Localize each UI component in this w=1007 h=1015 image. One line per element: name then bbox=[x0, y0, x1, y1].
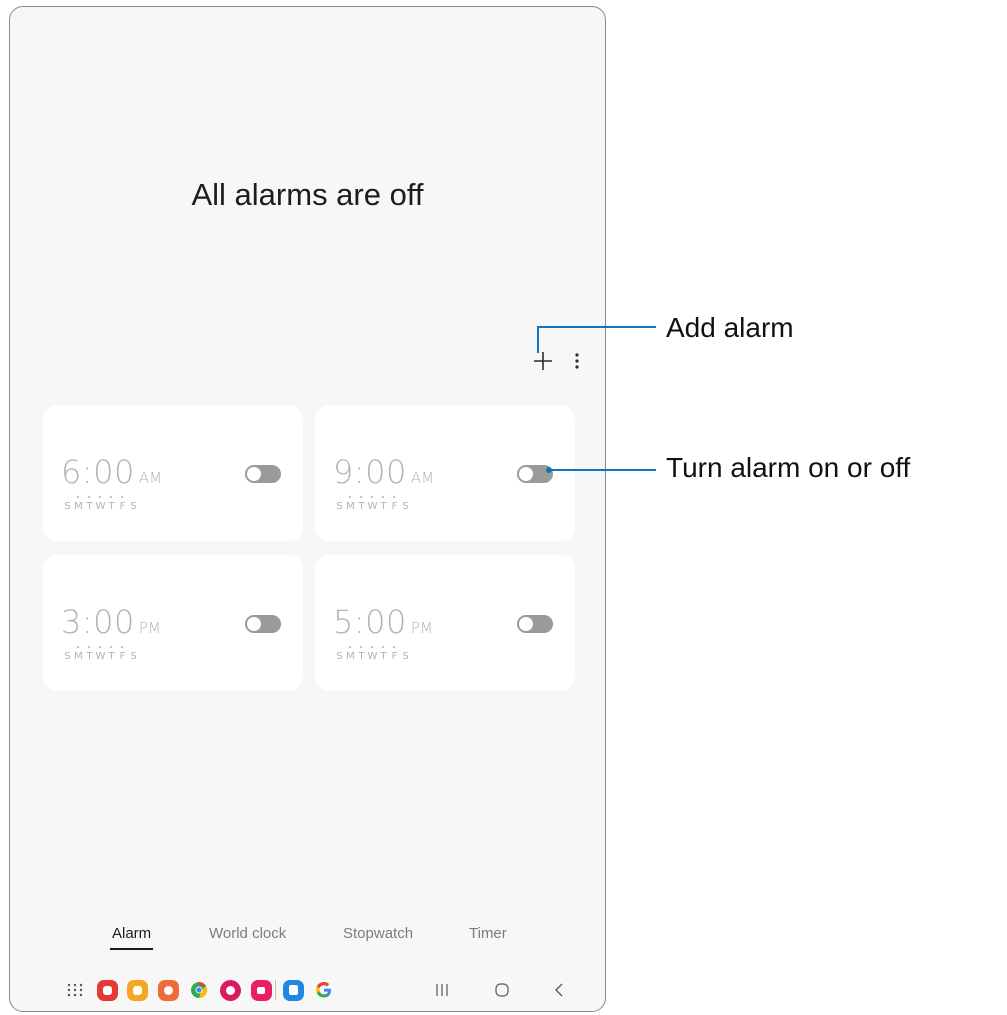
flipboard-icon[interactable] bbox=[96, 979, 118, 1001]
back-icon[interactable] bbox=[548, 979, 570, 1001]
alarm-days: SMTWTFS bbox=[62, 496, 139, 512]
alarm-ampm: PM bbox=[138, 619, 161, 637]
tab-alarm[interactable]: Alarm bbox=[109, 925, 154, 950]
home-icon[interactable] bbox=[491, 979, 513, 1001]
day-label: S bbox=[336, 501, 343, 512]
toggle-knob bbox=[519, 467, 533, 481]
alarm-time: 6:00 AM bbox=[61, 453, 162, 491]
alarm-card[interactable]: 5:00 PM SMTWTFS bbox=[315, 555, 575, 691]
toggle-knob bbox=[247, 467, 261, 481]
day-label: T bbox=[84, 496, 95, 512]
day-label: W bbox=[367, 496, 378, 512]
alarm-toggle[interactable] bbox=[517, 615, 553, 633]
day-label: F bbox=[389, 496, 400, 512]
contacts-icon[interactable] bbox=[157, 979, 179, 1001]
alarm-hour: 6:00 bbox=[61, 453, 135, 491]
plus-icon bbox=[534, 352, 552, 370]
day-label: M bbox=[346, 496, 355, 512]
alarm-card[interactable]: 3:00 PM SMTWTFS bbox=[43, 555, 303, 691]
day-label: S bbox=[336, 651, 343, 662]
day-label: M bbox=[74, 496, 83, 512]
alarm-card[interactable]: 6:00 AM SMTWTFS bbox=[43, 405, 303, 541]
more-options-button[interactable] bbox=[566, 341, 588, 381]
galaxy-store-icon[interactable] bbox=[219, 979, 241, 1001]
stage: All alarms are off 6:00 AM S M T W T F S… bbox=[0, 0, 1007, 1015]
apps-grid-icon[interactable] bbox=[64, 979, 86, 1001]
alarm-days: SMTWTFS bbox=[62, 646, 139, 662]
alarm-hour: 3:00 bbox=[61, 603, 135, 641]
day-label: F bbox=[117, 496, 128, 512]
alarm-ampm: AM bbox=[410, 469, 435, 487]
toggle-knob bbox=[247, 617, 261, 631]
add-alarm-callout-label: Add alarm bbox=[666, 312, 794, 343]
day-label: M bbox=[74, 646, 83, 662]
day-label: T bbox=[356, 496, 367, 512]
day-label: T bbox=[378, 496, 389, 512]
day-label: S bbox=[402, 651, 409, 662]
day-label: S bbox=[130, 651, 137, 662]
more-vertical-icon bbox=[575, 353, 579, 369]
alarm-card[interactable]: 9:00 AM SMTWTFS bbox=[315, 405, 575, 541]
day-label: T bbox=[356, 646, 367, 662]
page-title: All alarms are off bbox=[191, 177, 424, 212]
alarm-hour: 5:00 bbox=[333, 603, 407, 641]
alarm-ampm: AM bbox=[138, 469, 163, 487]
tablet-screen: All alarms are off 6:00 AM S M T W T F S… bbox=[9, 6, 606, 1012]
day-label: T bbox=[84, 646, 95, 662]
dock bbox=[10, 977, 605, 1011]
dock-divider bbox=[272, 979, 278, 1001]
alarm-days: SMTWTFS bbox=[334, 646, 411, 662]
alarm-time: 3:00 PM bbox=[61, 603, 161, 641]
day-label: W bbox=[95, 496, 106, 512]
day-label: M bbox=[346, 646, 355, 662]
day-label: F bbox=[389, 646, 400, 662]
tab-stopwatch[interactable]: Stopwatch bbox=[343, 925, 413, 942]
alarm-toggle[interactable] bbox=[245, 615, 281, 633]
toggle-callout-line bbox=[549, 469, 656, 471]
tab-world-clock[interactable]: World clock bbox=[209, 925, 286, 942]
bottom-tabs: Alarm World clock Stopwatch Timer bbox=[10, 925, 605, 953]
day-label: S bbox=[64, 651, 71, 662]
calendar-icon[interactable] bbox=[282, 979, 304, 1001]
day-label: S bbox=[64, 501, 71, 512]
add-alarm-callout-hline bbox=[537, 326, 656, 328]
day-label: W bbox=[367, 646, 378, 662]
toggle-knob bbox=[519, 617, 533, 631]
alarm-time: 9:00 AM bbox=[333, 453, 434, 491]
alarm-time: 5:00 PM bbox=[333, 603, 433, 641]
tab-timer[interactable]: Timer bbox=[469, 925, 507, 942]
google-icon[interactable] bbox=[313, 979, 335, 1001]
alarm-days: SMTWTFS bbox=[334, 496, 411, 512]
camera-icon[interactable] bbox=[250, 979, 272, 1001]
alarm-ampm: PM bbox=[410, 619, 433, 637]
chrome-icon[interactable] bbox=[188, 979, 210, 1001]
add-alarm-callout-vline bbox=[537, 326, 539, 353]
day-label: F bbox=[117, 646, 128, 662]
day-label: T bbox=[106, 646, 117, 662]
recents-icon[interactable] bbox=[431, 979, 453, 1001]
day-label: T bbox=[378, 646, 389, 662]
toggle-callout-label: Turn alarm on or off bbox=[666, 452, 911, 483]
my-files-icon[interactable] bbox=[126, 979, 148, 1001]
day-label: S bbox=[402, 501, 409, 512]
day-label: T bbox=[106, 496, 117, 512]
add-alarm-button[interactable] bbox=[526, 341, 560, 381]
alarm-toggle[interactable] bbox=[245, 465, 281, 483]
day-label: W bbox=[95, 646, 106, 662]
alarm-hour: 9:00 bbox=[333, 453, 407, 491]
day-label: S bbox=[130, 501, 137, 512]
